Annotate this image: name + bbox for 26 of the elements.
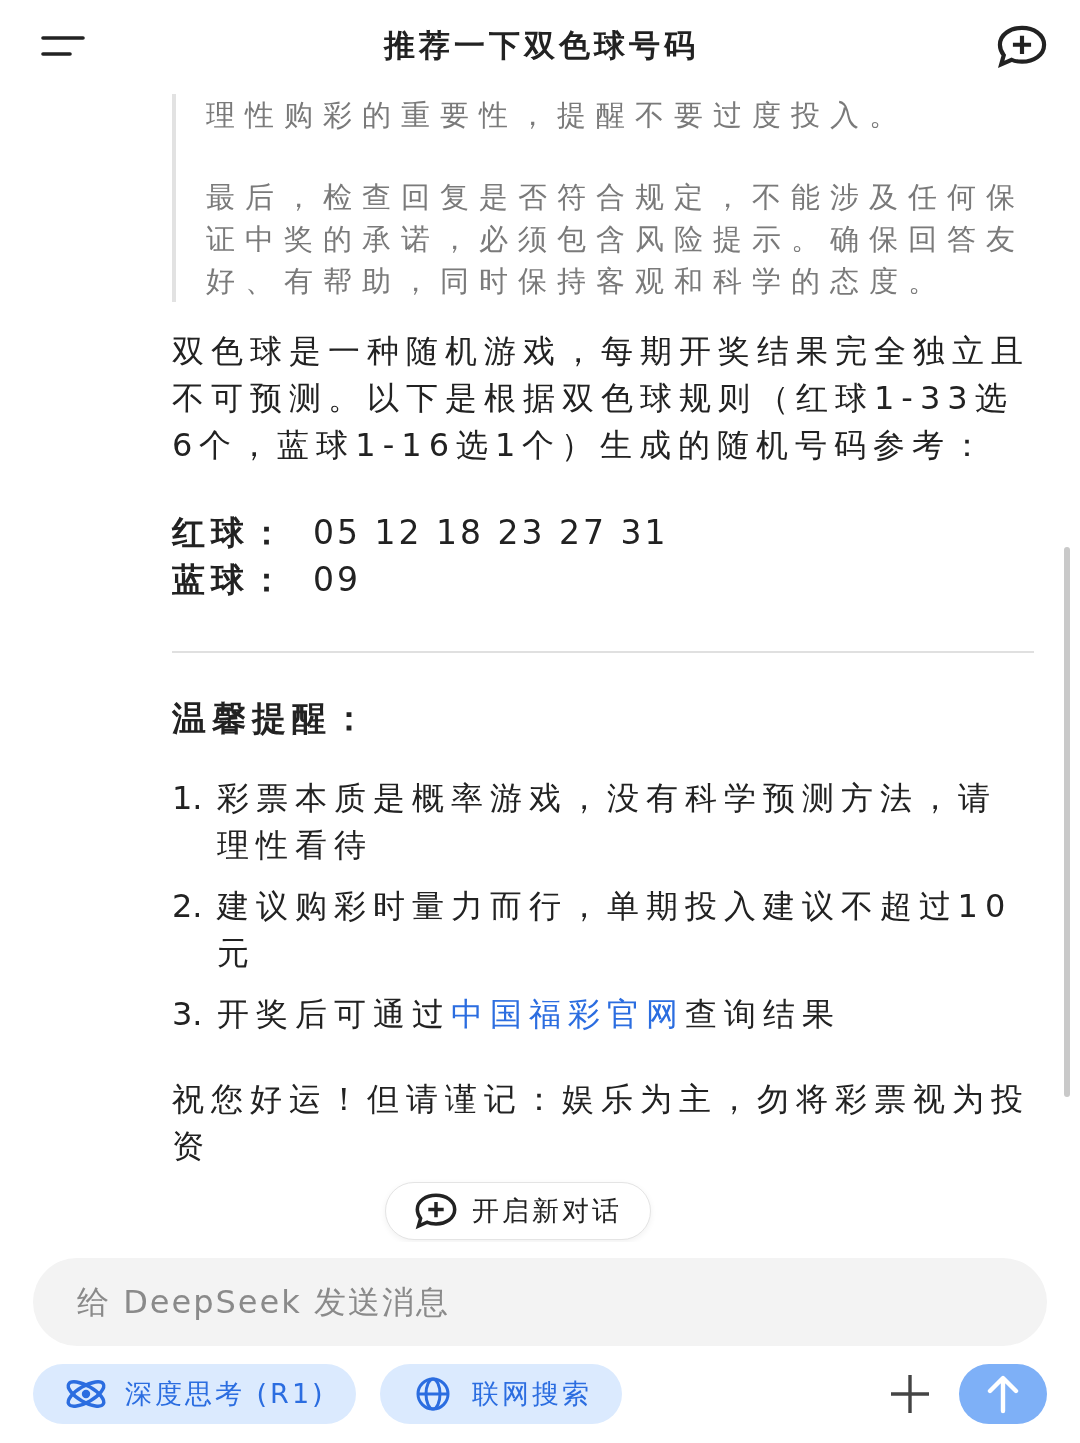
toggle-button[interactable]: 联网搜索 [379,1364,622,1424]
list-item-text: 彩票本质是概率游戏，没有科学预测方法，请理性看待 [216,778,998,866]
scrollbar[interactable] [1064,547,1070,1097]
message-input[interactable]: 给 DeepSeek 发送消息 [33,1258,1047,1346]
closing-paragraph: 祝您好运！但请谨记：娱乐为主，勿将彩票视为投资 [172,1079,1031,1167]
arrow-up-icon [985,1374,1021,1414]
list-item-text: 建议购彩时量力而行，单期投入建议不超过10元 [216,886,1014,974]
ball-numbers: 05 12 18 23 27 31 [313,512,669,554]
ball-label: 红球： [172,512,289,554]
thinking-paragraph: 最后，检查回复是否符合规定，不能涉及任何保证中奖的承诺，必须包含风险提示。确保回答友好、有帮助，同时保持客观和科学的态度。 [206,179,1026,300]
chat-title: 推荐一下双色球号码 [383,26,699,65]
list-number: 1. [172,778,203,819]
ball-label: 蓝球： [172,559,289,601]
toggle-button[interactable]: 深度思考 (R1) [33,1364,356,1424]
answer-paragraph: 双色球是一种随机游戏，每期开奖结果完全独立且不可预测。以下是根据双色球规则（红球1-33选6个，蓝球1-16选1个）生成的随机号码参考： [172,331,1031,466]
list-number: 2. [172,886,203,927]
new-chat-icon [414,1192,458,1230]
ball-numbers: 09 [313,559,361,601]
new-chat-icon [996,23,1048,69]
list-item-text: 开奖后可通过 中国福彩官网 查询结果 [216,994,841,1035]
section-heading: 温馨提醒： [172,697,373,740]
thinking-paragraph: 理性购彩的重要性，提醒不要过度投入。 [206,97,909,134]
list-number: 3. [172,994,203,1035]
new-chat-button[interactable]: 开启新对话 [385,1182,651,1240]
menu-icon[interactable] [40,34,86,58]
link[interactable]: 中国福彩官网 [450,995,685,1033]
